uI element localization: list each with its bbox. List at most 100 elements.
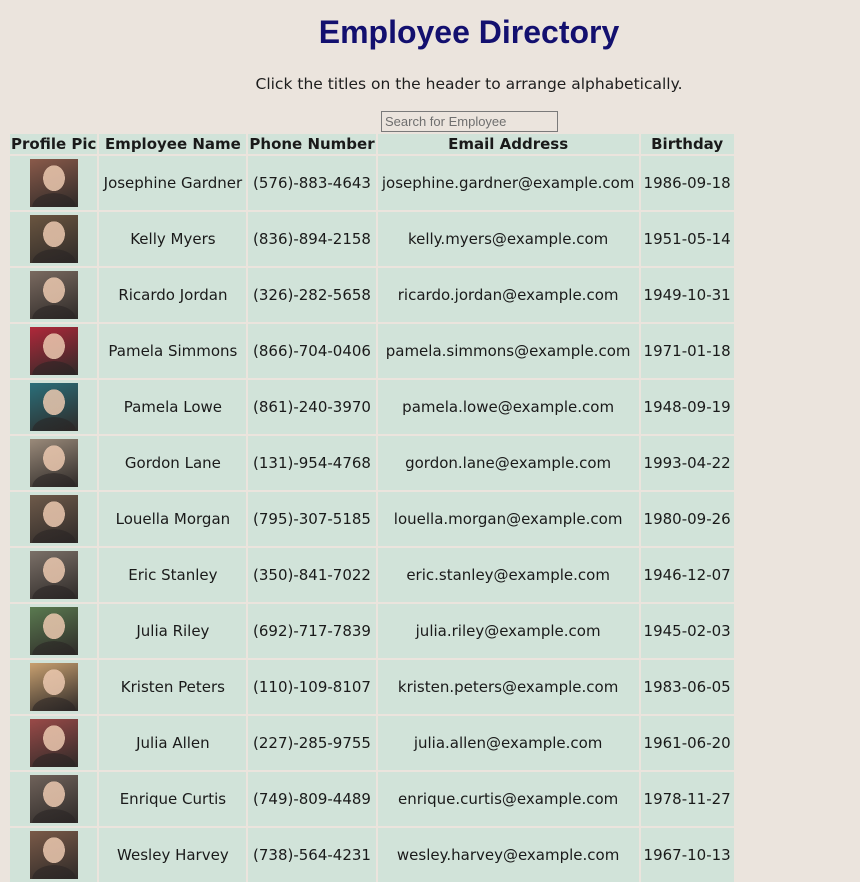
search-input[interactable]	[381, 111, 558, 132]
profile-pic-cell	[10, 436, 98, 490]
email-address: gordon.lane@example.com	[377, 436, 639, 490]
phone-number: (795)-307-5185	[248, 492, 376, 546]
email-address: josephine.gardner@example.com	[377, 156, 639, 210]
phone-number: (866)-704-0406	[248, 324, 376, 378]
employee-name: Eric Stanley	[99, 548, 247, 602]
avatar	[29, 775, 78, 823]
table-row: Julia Allen (227)-285-9755 julia.allen@e…	[10, 716, 734, 770]
employee-name: Gordon Lane	[99, 436, 247, 490]
email-address: pamela.simmons@example.com	[377, 324, 639, 378]
table-row: Josephine Gardner (576)-883-4643 josephi…	[10, 156, 734, 210]
employee-table: Profile Pic Employee Name Phone Number E…	[8, 132, 736, 882]
avatar	[29, 495, 78, 543]
avatar	[29, 719, 78, 767]
profile-pic-cell	[10, 548, 98, 602]
avatar	[29, 551, 78, 599]
birthday: 1967-10-13	[640, 828, 734, 882]
email-address: kelly.myers@example.com	[377, 212, 639, 266]
birthday: 1983-06-05	[640, 660, 734, 714]
birthday: 1986-09-18	[640, 156, 734, 210]
email-address: louella.morgan@example.com	[377, 492, 639, 546]
employee-name: Julia Riley	[99, 604, 247, 658]
avatar	[29, 663, 78, 711]
email-address: julia.riley@example.com	[377, 604, 639, 658]
table-row: Louella Morgan (795)-307-5185 louella.mo…	[10, 492, 734, 546]
phone-number: (110)-109-8107	[248, 660, 376, 714]
page-subtitle: Click the titles on the header to arrang…	[255, 75, 683, 93]
employee-name: Kristen Peters	[99, 660, 247, 714]
avatar	[29, 831, 78, 879]
phone-number: (576)-883-4643	[248, 156, 376, 210]
table-row: Kelly Myers (836)-894-2158 kelly.myers@e…	[10, 212, 734, 266]
email-address: ricardo.jordan@example.com	[377, 268, 639, 322]
birthday: 1951-05-14	[640, 212, 734, 266]
phone-number: (227)-285-9755	[248, 716, 376, 770]
table-row: Pamela Lowe (861)-240-3970 pamela.lowe@e…	[10, 380, 734, 434]
birthday: 1993-04-22	[640, 436, 734, 490]
birthday: 1945-02-03	[640, 604, 734, 658]
avatar	[29, 383, 78, 431]
birthday: 1980-09-26	[640, 492, 734, 546]
email-address: julia.allen@example.com	[377, 716, 639, 770]
table-row: Julia Riley (692)-717-7839 julia.riley@e…	[10, 604, 734, 658]
header-employee-name[interactable]: Employee Name	[99, 134, 247, 154]
email-address: enrique.curtis@example.com	[377, 772, 639, 826]
table-row: Gordon Lane (131)-954-4768 gordon.lane@e…	[10, 436, 734, 490]
profile-pic-cell	[10, 212, 98, 266]
email-address: pamela.lowe@example.com	[377, 380, 639, 434]
birthday: 1961-06-20	[640, 716, 734, 770]
phone-number: (131)-954-4768	[248, 436, 376, 490]
employee-name: Kelly Myers	[99, 212, 247, 266]
birthday: 1971-01-18	[640, 324, 734, 378]
email-address: eric.stanley@example.com	[377, 548, 639, 602]
table-row: Enrique Curtis (749)-809-4489 enrique.cu…	[10, 772, 734, 826]
employee-name: Louella Morgan	[99, 492, 247, 546]
phone-number: (326)-282-5658	[248, 268, 376, 322]
birthday: 1949-10-31	[640, 268, 734, 322]
profile-pic-cell	[10, 492, 98, 546]
employee-name: Wesley Harvey	[99, 828, 247, 882]
phone-number: (738)-564-4231	[248, 828, 376, 882]
page-title: Employee Directory	[318, 14, 620, 50]
phone-number: (749)-809-4489	[248, 772, 376, 826]
table-row: Pamela Simmons (866)-704-0406 pamela.sim…	[10, 324, 734, 378]
profile-pic-cell	[10, 324, 98, 378]
profile-pic-cell	[10, 380, 98, 434]
avatar	[29, 271, 78, 319]
email-address: wesley.harvey@example.com	[377, 828, 639, 882]
employee-name: Enrique Curtis	[99, 772, 247, 826]
avatar	[29, 439, 78, 487]
phone-number: (692)-717-7839	[248, 604, 376, 658]
profile-pic-cell	[10, 604, 98, 658]
table-row: Ricardo Jordan (326)-282-5658 ricardo.jo…	[10, 268, 734, 322]
header-profile-pic[interactable]: Profile Pic	[10, 134, 98, 154]
avatar	[29, 159, 78, 207]
phone-number: (350)-841-7022	[248, 548, 376, 602]
employee-name: Josephine Gardner	[99, 156, 247, 210]
table-row: Eric Stanley (350)-841-7022 eric.stanley…	[10, 548, 734, 602]
phone-number: (836)-894-2158	[248, 212, 376, 266]
avatar	[29, 215, 78, 263]
header-phone-number[interactable]: Phone Number	[248, 134, 376, 154]
avatar	[29, 327, 78, 375]
avatar	[29, 607, 78, 655]
table-row: Kristen Peters (110)-109-8107 kristen.pe…	[10, 660, 734, 714]
employee-name: Ricardo Jordan	[99, 268, 247, 322]
email-address: kristen.peters@example.com	[377, 660, 639, 714]
profile-pic-cell	[10, 268, 98, 322]
profile-pic-cell	[10, 156, 98, 210]
phone-number: (861)-240-3970	[248, 380, 376, 434]
employee-name: Pamela Lowe	[99, 380, 247, 434]
employee-name: Julia Allen	[99, 716, 247, 770]
header-row: Profile Pic Employee Name Phone Number E…	[10, 134, 734, 154]
birthday: 1946-12-07	[640, 548, 734, 602]
birthday: 1978-11-27	[640, 772, 734, 826]
header-birthday[interactable]: Birthday	[640, 134, 734, 154]
profile-pic-cell	[10, 716, 98, 770]
birthday: 1948-09-19	[640, 380, 734, 434]
profile-pic-cell	[10, 772, 98, 826]
profile-pic-cell	[10, 828, 98, 882]
header-email-address[interactable]: Email Address	[377, 134, 639, 154]
table-row: Wesley Harvey (738)-564-4231 wesley.harv…	[10, 828, 734, 882]
profile-pic-cell	[10, 660, 98, 714]
